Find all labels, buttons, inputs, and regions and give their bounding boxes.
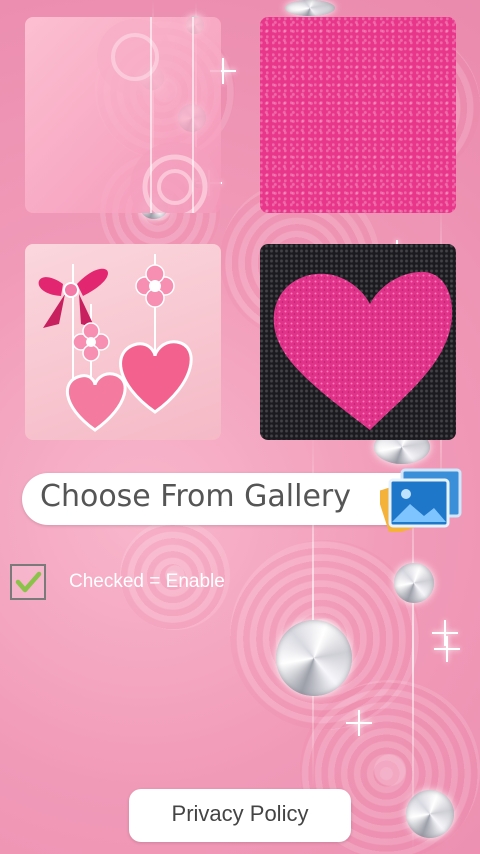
hearts-bow-image [38,254,193,432]
gallery-button-label: Choose From Gallery [40,479,352,514]
enable-checkbox[interactable] [10,564,46,600]
wallpaper-thumbnail-pink-glitter[interactable] [260,17,456,213]
rose-decoration [230,540,420,730]
diamond-decoration [285,0,335,16]
checkmark-icon [15,571,42,593]
sparkle-decoration [432,620,458,646]
wallpaper-thumbnail-glitter-heart[interactable] [260,244,456,440]
sparkle-decoration [346,710,372,736]
diamond-decoration [406,790,454,838]
wallpaper-thumbnail-pink-hearts[interactable] [25,244,221,440]
sparkle-decoration [434,636,460,662]
gallery-image-icon[interactable] [375,466,464,536]
privacy-policy-label: Privacy Policy [171,801,309,826]
diamond-decoration [394,563,434,603]
choose-from-gallery-button[interactable]: Choose From Gallery [22,473,442,525]
privacy-policy-button[interactable]: Privacy Policy [129,789,351,842]
glitter-heart-image [273,271,453,430]
wallpaper-thumbnail-pink-roses[interactable] [25,17,221,213]
enable-checkbox-label: Checked = Enable [69,571,225,592]
roses-diamonds-image [97,17,220,213]
diamond-decoration [276,620,352,696]
